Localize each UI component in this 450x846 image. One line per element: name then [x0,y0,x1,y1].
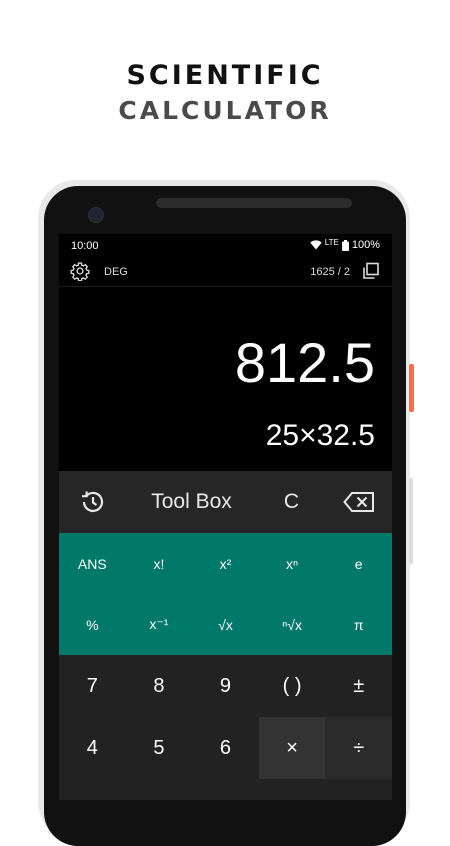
key-percent[interactable]: % [59,594,126,655]
status-time: 10:00 [71,240,99,252]
status-icons: LTE 100% [310,239,380,251]
number-keypad: 7 8 9 ( ) ± 4 5 6 × ÷ [59,655,392,800]
key-4[interactable]: 4 [59,717,126,779]
battery-level: 100% [351,239,380,251]
toolbar-divider [59,286,392,287]
angle-mode-toggle[interactable]: DEG [104,266,128,278]
history-icon [82,491,104,512]
key-nth-root[interactable]: ⁿ√x [259,594,326,655]
key-divide[interactable]: ÷ [325,717,392,779]
toolbox-button[interactable]: Tool Box [125,471,258,533]
result-display: 812.5 [234,331,375,394]
key-factorial[interactable]: x! [126,533,193,594]
key-ans[interactable]: ANS [59,533,126,594]
battery-icon [341,239,349,251]
front-camera [88,207,104,223]
key-reciprocal[interactable]: x⁻¹ [126,594,193,655]
key-5[interactable]: 5 [126,717,193,779]
key-pi[interactable]: π [325,594,392,655]
key-plus-minus[interactable]: ± [325,655,392,717]
backspace-button[interactable] [325,471,392,533]
memory-counter: 1625 / 2 [310,266,350,278]
key-7[interactable]: 7 [59,655,126,717]
network-type: LTE [324,238,339,247]
promo-title-line2: CALCULATOR [118,96,332,125]
key-power[interactable]: xⁿ [259,533,326,594]
history-button[interactable] [59,471,125,533]
settings-gear-icon[interactable] [70,261,90,284]
status-bar: 10:00 LTE 100% [59,234,392,258]
copy-icon[interactable] [362,262,380,283]
key-6[interactable]: 6 [192,717,259,779]
key-square[interactable]: x² [192,533,259,594]
key-sqrt[interactable]: √x [192,594,259,655]
tool-row: Tool Box C [59,471,392,533]
expression-display[interactable]: 25×32.5 [266,419,375,453]
speaker-grille [156,198,352,208]
key-9[interactable]: 9 [192,655,259,717]
scientific-keypad: ANS x! x² xⁿ e % x⁻¹ √x ⁿ√x π [59,533,392,655]
app-toolbar: DEG 1625 / 2 [59,258,392,286]
key-8[interactable]: 8 [126,655,193,717]
key-euler[interactable]: e [325,533,392,594]
app-screen: 10:00 LTE 100% DEG 1625 / 2 812.5 25×32.… [59,234,392,800]
backspace-icon [342,492,374,512]
wifi-icon [310,240,322,250]
promo-title-line1: SCIENTIFIC [126,60,324,91]
key-parentheses[interactable]: ( ) [259,655,326,717]
key-multiply[interactable]: × [258,717,326,779]
volume-button [409,478,413,564]
clear-button[interactable]: C [258,471,325,533]
power-button [409,364,414,412]
